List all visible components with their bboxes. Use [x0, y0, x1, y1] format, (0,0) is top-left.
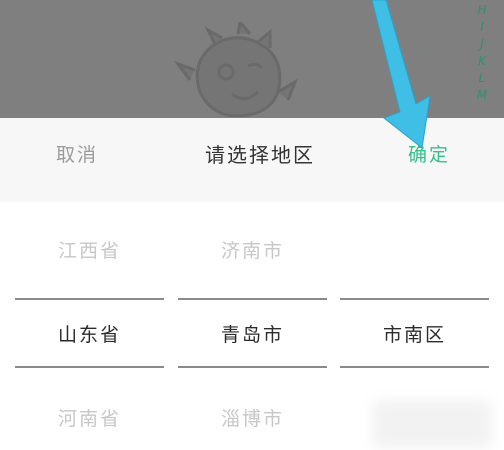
province-option[interactable]: 江西省 [15, 236, 164, 263]
city-selected[interactable]: 青岛市 [178, 320, 327, 347]
alphabet-index[interactable]: H I J K L M [474, 2, 490, 104]
district-selected[interactable]: 市南区 [340, 320, 489, 347]
pointer-arrow-icon [371, 0, 431, 149]
city-option[interactable]: 济南市 [178, 236, 327, 263]
selection-divider [15, 366, 164, 368]
selection-divider [340, 298, 489, 300]
selection-divider [178, 366, 327, 368]
alpha-index-letter[interactable]: M [474, 87, 490, 104]
city-option[interactable]: 淄博市 [178, 404, 327, 431]
selection-divider [178, 298, 327, 300]
alpha-index-letter[interactable]: K [474, 53, 490, 70]
alpha-index-letter[interactable]: I [474, 19, 490, 36]
picker-title: 请选择地区 [205, 143, 315, 167]
mascot-icon [173, 22, 298, 117]
province-wheel[interactable]: 江西省 山东省 河南省 [15, 202, 164, 450]
alpha-index-letter[interactable]: L [474, 70, 490, 87]
blurred-area [372, 400, 492, 448]
alpha-index-letter[interactable]: J [474, 36, 490, 53]
selection-divider [15, 298, 164, 300]
alpha-index-letter[interactable]: H [474, 2, 490, 19]
city-wheel[interactable]: 济南市 青岛市 淄博市 [178, 202, 327, 450]
province-selected[interactable]: 山东省 [15, 320, 164, 347]
province-option[interactable]: 河南省 [15, 404, 164, 431]
selection-divider [340, 366, 489, 368]
cancel-button[interactable]: 取消 [56, 140, 98, 167]
